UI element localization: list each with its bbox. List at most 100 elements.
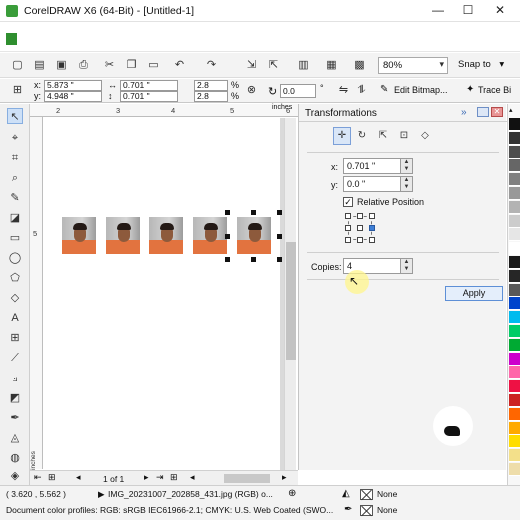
no-outline-swatch[interactable] — [360, 505, 373, 516]
selection-handle[interactable] — [225, 234, 230, 239]
palette-swatch[interactable] — [509, 118, 520, 131]
photo-copy[interactable] — [62, 217, 96, 254]
selection-handle[interactable] — [277, 257, 282, 262]
crop-tool-icon[interactable]: ⌗ — [7, 150, 23, 166]
scale-mirror-icon[interactable]: ⇱ — [375, 128, 391, 144]
anchor-bottom-left[interactable] — [345, 237, 351, 243]
print-icon[interactable]: ⎙ — [76, 58, 91, 73]
anchor-top-center[interactable] — [357, 213, 363, 219]
shape-tool-icon[interactable]: ⌖ — [7, 130, 23, 146]
palette-swatch[interactable] — [509, 297, 520, 311]
freehand-tool-icon[interactable]: ✎ — [7, 190, 23, 206]
palette-swatch[interactable] — [509, 421, 520, 435]
export-icon[interactable]: ⇱ — [266, 58, 281, 73]
palette-swatch[interactable] — [509, 394, 520, 407]
welcome-screen-icon[interactable]: ▩ — [352, 58, 367, 73]
blend-tool-icon[interactable]: ◩ — [7, 390, 23, 406]
selection-handle[interactable] — [251, 257, 256, 262]
new-document-icon[interactable]: ▢ — [10, 58, 25, 73]
trace-bitmap-button[interactable]: Trace Bi — [478, 85, 511, 95]
mirror-horizontal-icon[interactable]: ⇋ — [336, 83, 351, 98]
rectangle-tool-icon[interactable]: ▭ — [7, 230, 23, 246]
photo-copy[interactable] — [106, 217, 140, 254]
palette-swatch[interactable] — [509, 283, 520, 297]
basic-shapes-icon[interactable]: ◇ — [7, 290, 23, 306]
anchor-middle-left[interactable] — [345, 225, 351, 231]
previous-page-icon[interactable]: ◂ — [76, 472, 81, 483]
save-icon[interactable]: ▣ — [54, 58, 69, 73]
zoom-level-select[interactable]: 80% ▾ — [378, 57, 448, 74]
anchor-center[interactable] — [357, 225, 363, 231]
pick-tool-icon[interactable]: ↖ — [7, 108, 23, 124]
palette-swatch[interactable] — [509, 449, 520, 463]
copy-icon[interactable]: ❐ — [124, 58, 139, 73]
x-position-field[interactable]: 5.873 " — [44, 80, 102, 91]
fill-tool-icon[interactable]: ◍ — [7, 450, 23, 466]
object-origin-icon[interactable]: ⊞ — [10, 83, 25, 98]
minimize-docker-icon[interactable] — [477, 107, 489, 117]
eyedropper-tool-icon[interactable]: ✒ — [7, 410, 23, 426]
x-offset-field[interactable]: 0.701 " — [343, 158, 401, 174]
skew-icon[interactable]: ◇ — [417, 128, 433, 144]
add-page-icon[interactable]: ⊞ — [170, 472, 178, 483]
ellipse-tool-icon[interactable]: ◯ — [7, 250, 23, 266]
smart-fill-icon[interactable]: ◪ — [7, 210, 23, 226]
palette-swatch[interactable] — [509, 311, 520, 325]
palette-swatch[interactable] — [509, 187, 520, 200]
y-offset-spinner[interactable]: ▲ ▼ — [400, 176, 413, 192]
palette-swatch[interactable] — [509, 407, 520, 421]
publish-icon[interactable]: ▥ — [296, 58, 311, 73]
table-tool-icon[interactable]: ⊞ — [7, 330, 23, 346]
palette-swatch[interactable] — [509, 463, 520, 476]
selection-handle[interactable] — [251, 210, 256, 215]
close-button[interactable]: ✕ — [490, 2, 510, 18]
horizontal-scrollbar-thumb[interactable] — [224, 474, 270, 483]
height-field[interactable]: 0.701 " — [120, 91, 178, 102]
dimension-tool-icon[interactable]: ⟋ — [7, 350, 23, 366]
mirror-vertical-icon[interactable]: ⥮ — [354, 83, 369, 98]
edit-bitmap-button[interactable]: Edit Bitmap... — [394, 85, 448, 95]
outline-pen-icon[interactable]: ◬ — [7, 430, 23, 446]
x-offset-spinner[interactable]: ▲ ▼ — [400, 158, 413, 174]
paste-icon[interactable]: ▭ — [146, 58, 161, 73]
first-page-icon[interactable]: ⇤ — [34, 472, 42, 483]
y-position-field[interactable]: 4.948 " — [44, 91, 102, 102]
palette-swatch[interactable] — [509, 256, 520, 269]
no-fill-swatch[interactable] — [360, 489, 373, 500]
palette-swatch[interactable] — [509, 269, 520, 283]
palette-swatch[interactable] — [509, 214, 520, 228]
relative-position-checkbox[interactable]: ✓ — [343, 197, 353, 207]
text-tool-icon[interactable]: A — [7, 310, 23, 326]
rotation-field[interactable]: 0.0 — [280, 84, 316, 98]
palette-swatch[interactable] — [509, 338, 520, 352]
interactive-fill-icon[interactable]: ◈ — [7, 468, 23, 484]
connector-tool-icon[interactable]: ⟓ — [7, 370, 23, 386]
palette-swatch[interactable] — [509, 228, 520, 242]
rotate-icon[interactable]: ↻ — [354, 128, 370, 144]
anchor-middle-right[interactable] — [369, 225, 375, 231]
palette-swatch[interactable] — [509, 380, 520, 394]
palette-swatch[interactable] — [509, 435, 520, 449]
selection-handle[interactable] — [225, 257, 230, 262]
cut-icon[interactable]: ✂ — [102, 58, 117, 73]
add-page-icon[interactable]: ⊞ — [48, 472, 56, 483]
selection-handle[interactable] — [277, 234, 282, 239]
selection-handle[interactable] — [225, 210, 230, 215]
anchor-bottom-center[interactable] — [357, 237, 363, 243]
open-icon[interactable]: ▤ — [32, 58, 47, 73]
anchor-bottom-right[interactable] — [369, 237, 375, 243]
polygon-tool-icon[interactable]: ⬠ — [7, 270, 23, 286]
palette-scroll-up-icon[interactable]: ▴ — [509, 106, 513, 114]
zoom-tool-icon[interactable]: ⌕ — [7, 170, 23, 186]
lock-ratio-icon[interactable]: ⊗ — [244, 83, 259, 98]
photo-copy[interactable] — [149, 217, 183, 254]
close-docker-icon[interactable]: ✕ — [491, 107, 503, 117]
palette-swatch[interactable] — [509, 325, 520, 338]
palette-swatch[interactable] — [509, 159, 520, 173]
anchor-top-right[interactable] — [369, 213, 375, 219]
width-field[interactable]: 0.701 " — [120, 80, 178, 91]
redo-icon[interactable]: ↷ — [204, 58, 219, 73]
palette-swatch[interactable] — [509, 145, 520, 159]
palette-swatch[interactable] — [509, 131, 520, 145]
maximize-button[interactable]: ☐ — [458, 2, 478, 18]
